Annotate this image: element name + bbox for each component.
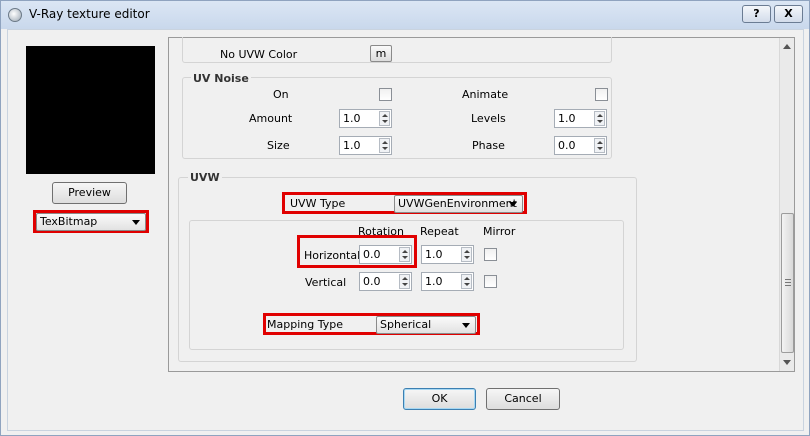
uv-noise-size-spinner[interactable]: 1.0 <box>339 136 392 155</box>
spinner-arrows-icon[interactable] <box>379 111 390 126</box>
uv-noise-phase-spinner[interactable]: 0.0 <box>554 136 607 155</box>
uv-noise-amount-value: 1.0 <box>343 112 361 125</box>
mapping-type-dropdown[interactable]: Spherical <box>376 316 476 334</box>
uv-noise-animate-label: Animate <box>462 88 509 101</box>
grip-icon <box>785 279 791 286</box>
uv-noise-phase-label: Phase <box>472 139 505 152</box>
vray-app-icon <box>8 8 22 22</box>
preview-button[interactable]: Preview <box>52 182 127 204</box>
texture-type-dropdown[interactable]: TexBitmap <box>36 213 146 231</box>
uv-noise-levels-label: Levels <box>471 112 506 125</box>
help-button[interactable]: ? <box>742 5 771 23</box>
horizontal-rotation-spinner[interactable]: 0.0 <box>359 245 412 264</box>
vertical-label: Vertical <box>305 276 347 289</box>
vertical-repeat-value: 1.0 <box>425 275 443 288</box>
repeat-column-header: Repeat <box>420 225 459 238</box>
uv-noise-amount-label: Amount <box>249 112 293 125</box>
mirror-column-header: Mirror <box>483 225 516 238</box>
chevron-down-icon <box>509 202 517 207</box>
uvw-type-value: UVWGenEnvironment <box>398 197 517 210</box>
uv-noise-size-label: Size <box>267 139 290 152</box>
uv-noise-on-checkbox[interactable] <box>379 88 392 101</box>
spinner-arrows-icon[interactable] <box>399 247 410 262</box>
horizontal-repeat-spinner[interactable]: 1.0 <box>421 245 474 264</box>
uv-noise-title: UV Noise <box>191 72 251 85</box>
scroll-down-icon[interactable] <box>783 360 791 365</box>
uvw-type-label: UVW Type <box>290 197 346 210</box>
parameters-scrollbar[interactable] <box>779 38 794 371</box>
uvw-type-dropdown[interactable]: UVWGenEnvironment <box>394 195 523 213</box>
no-uvw-color-map-button[interactable]: m <box>370 45 392 62</box>
spinner-arrows-icon[interactable] <box>461 274 472 289</box>
uv-noise-animate-checkbox[interactable] <box>595 88 608 101</box>
window-title: V-Ray texture editor <box>29 7 150 21</box>
spinner-arrows-icon[interactable] <box>594 111 605 126</box>
mapping-type-value: Spherical <box>380 318 432 331</box>
chevron-down-icon <box>462 323 470 328</box>
texture-preview-image <box>26 46 155 174</box>
uv-noise-amount-spinner[interactable]: 1.0 <box>339 109 392 128</box>
uvw-title: UVW <box>188 171 222 184</box>
no-uvw-color-label: No UVW Color <box>220 48 298 61</box>
scroll-up-icon[interactable] <box>783 44 791 49</box>
vertical-repeat-spinner[interactable]: 1.0 <box>421 272 474 291</box>
uv-noise-on-label: On <box>273 88 289 101</box>
vertical-rotation-spinner[interactable]: 0.0 <box>359 272 412 291</box>
spinner-arrows-icon[interactable] <box>461 247 472 262</box>
cancel-button[interactable]: Cancel <box>486 388 560 410</box>
title-bar: V-Ray texture editor ? X <box>1 1 809 29</box>
close-button[interactable]: X <box>774 5 803 23</box>
chevron-down-icon <box>132 220 140 225</box>
texture-type-value: TexBitmap <box>40 215 98 228</box>
vray-texture-editor-window: V-Ray texture editor ? X Preview TexBitm… <box>0 0 810 436</box>
uv-noise-levels-spinner[interactable]: 1.0 <box>554 109 607 128</box>
uv-noise-size-value: 1.0 <box>343 139 361 152</box>
uv-noise-phase-value: 0.0 <box>558 139 576 152</box>
uv-noise-group <box>182 77 612 159</box>
spinner-arrows-icon[interactable] <box>399 274 410 289</box>
spinner-arrows-icon[interactable] <box>379 138 390 153</box>
horizontal-label: Horizontal <box>304 249 361 262</box>
horizontal-rotation-value: 0.0 <box>363 248 381 261</box>
scrollbar-thumb[interactable] <box>781 213 794 353</box>
spinner-arrows-icon[interactable] <box>594 138 605 153</box>
horizontal-mirror-checkbox[interactable] <box>484 248 497 261</box>
uv-noise-levels-value: 1.0 <box>558 112 576 125</box>
vertical-rotation-value: 0.0 <box>363 275 381 288</box>
mapping-type-label: Mapping Type <box>267 318 343 331</box>
vertical-mirror-checkbox[interactable] <box>484 275 497 288</box>
horizontal-repeat-value: 1.0 <box>425 248 443 261</box>
ok-button[interactable]: OK <box>403 388 476 410</box>
